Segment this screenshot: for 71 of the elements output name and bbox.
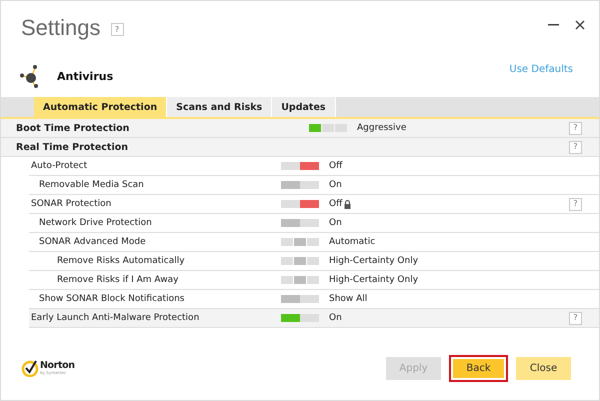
switch-segment[interactable] [281,276,293,284]
help-button[interactable]: ? [569,140,582,154]
setting-label: Network Drive Protection [39,218,152,228]
switch-segment[interactable] [307,276,319,284]
window-title: Settings [21,15,100,41]
switch-segment[interactable] [294,276,306,284]
switch-segment[interactable] [281,238,293,246]
switch-segment[interactable] [294,257,306,265]
help-button[interactable]: ? [569,122,582,134]
setting-value: On [329,180,342,190]
minimize-icon[interactable] [548,24,559,26]
switch-segment[interactable] [281,219,300,227]
switch-segment[interactable] [300,314,319,322]
switch-segment[interactable] [281,162,300,170]
switch-segment[interactable] [300,219,319,227]
toggle-switch[interactable] [309,124,347,132]
setting-value: Aggressive [357,123,406,133]
setting-label: Remove Risks Automatically [57,256,185,266]
setting-label: Auto-Protect [31,161,88,171]
setting-label: SONAR Protection [31,199,112,209]
help-button[interactable]: ? [569,312,582,324]
switch-segment[interactable] [307,238,319,246]
toggle-switch[interactable] [281,276,319,284]
switch-segment[interactable] [300,181,319,189]
setting-value: Off [329,161,342,171]
tab[interactable]: Updates [272,97,336,117]
footer-button[interactable]: Close [514,354,573,382]
setting-label: Real Time Protection [16,142,128,152]
toggle-switch[interactable] [281,162,319,170]
switch-segment[interactable] [281,295,300,303]
toggle-switch[interactable] [281,314,319,322]
toggle-switch[interactable] [281,200,319,208]
setting-value: On [329,313,342,323]
toggle-switch[interactable] [281,295,319,303]
switch-segment[interactable] [300,162,319,170]
switch-segment[interactable] [300,295,319,303]
help-button[interactable]: ? [110,23,124,36]
setting-label: Early Launch Anti-Malware Protection [31,313,200,323]
checkmark-logo-icon [21,359,39,377]
setting-value: Show All [329,294,368,304]
setting-label: SONAR Advanced Mode [39,237,146,247]
use-defaults-link[interactable]: Use Defaults [509,64,573,74]
setting-label: Removable Media Scan [39,180,144,190]
switch-segment[interactable] [281,314,300,322]
setting-label: Boot Time Protection [16,122,130,134]
switch-segment[interactable] [281,257,293,265]
setting-value: Automatic [329,237,376,247]
tab[interactable]: Scans and Risks [167,97,272,117]
help-button[interactable]: ? [569,198,582,210]
switch-segment[interactable] [281,181,300,189]
setting-label: Show SONAR Block Notifications [39,294,184,304]
setting-value: Off [329,199,342,209]
toggle-switch[interactable] [281,257,319,265]
switch-segment[interactable] [309,124,321,132]
toggle-switch[interactable] [281,181,319,189]
logo-name: Norton [40,361,75,371]
setting-value: High-Certainty Only [329,275,418,285]
setting-label: Remove Risks if I Am Away [57,275,178,285]
tab[interactable]: Automatic Protection [34,97,168,117]
toggle-switch[interactable] [281,238,319,246]
close-icon[interactable] [575,20,585,30]
setting-value: High-Certainty Only [329,256,418,266]
switch-segment[interactable] [322,124,334,132]
switch-segment[interactable] [281,200,300,208]
switch-segment[interactable] [307,257,319,265]
footer-button[interactable]: Back [449,354,508,382]
switch-segment[interactable] [294,238,306,246]
setting-value: On [329,218,342,228]
section-title: Antivirus [57,70,114,82]
switch-segment[interactable] [300,200,319,208]
toggle-switch[interactable] [281,219,319,227]
